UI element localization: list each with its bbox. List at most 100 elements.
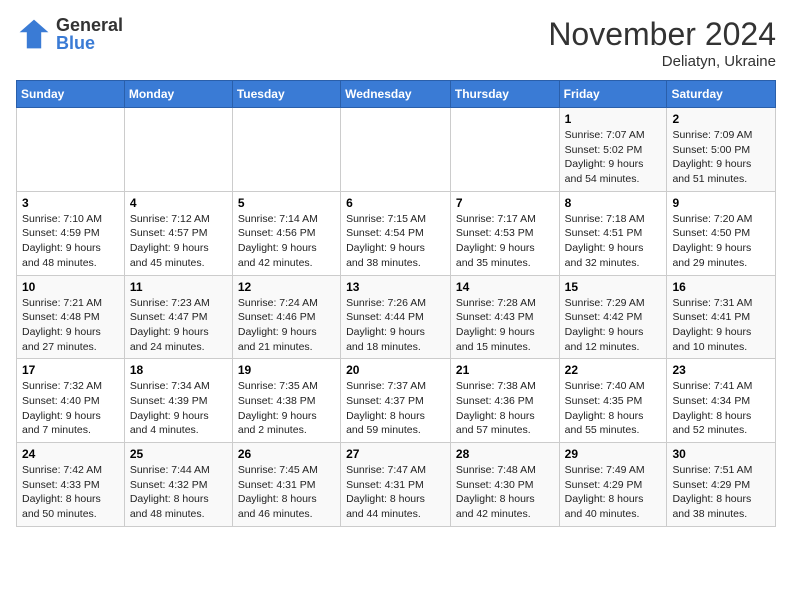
day-number: 11: [130, 280, 227, 294]
calendar-cell: [124, 108, 232, 192]
day-info: Sunrise: 7:49 AM Sunset: 4:29 PM Dayligh…: [565, 463, 662, 522]
day-number: 21: [456, 363, 554, 377]
calendar-cell: 22 Sunrise: 7:40 AM Sunset: 4:35 PM Dayli…: [559, 359, 667, 443]
day-info: Sunrise: 7:14 AM Sunset: 4:56 PM Dayligh…: [238, 212, 335, 271]
calendar-cell: 23Sunrise: 7:41 AM Sunset: 4:34 PM Dayli…: [667, 359, 776, 443]
day-number: 14: [456, 280, 554, 294]
day-number: 16: [672, 280, 770, 294]
day-info: Sunrise: 7:40 AM Sunset: 4:35 PM Dayligh…: [565, 379, 662, 438]
calendar-cell: 18 Sunrise: 7:34 AM Sunset: 4:39 PM Dayli…: [124, 359, 232, 443]
calendar-week-row: 1 Sunrise: 7:07 AM Sunset: 5:02 PM Daylig…: [17, 108, 776, 192]
day-number: 18: [130, 363, 227, 377]
day-number: 10: [22, 280, 119, 294]
day-info: Sunrise: 7:20 AM Sunset: 4:50 PM Dayligh…: [672, 212, 770, 271]
day-info: Sunrise: 7:34 AM Sunset: 4:39 PM Dayligh…: [130, 379, 227, 438]
weekday-header: Saturday: [667, 81, 776, 108]
calendar-cell: 8 Sunrise: 7:18 AM Sunset: 4:51 PM Daylig…: [559, 191, 667, 275]
day-number: 22: [565, 363, 662, 377]
day-info: Sunrise: 7:26 AM Sunset: 4:44 PM Dayligh…: [346, 296, 445, 355]
day-number: 3: [22, 196, 119, 210]
day-info: Sunrise: 7:10 AM Sunset: 4:59 PM Dayligh…: [22, 212, 119, 271]
day-info: Sunrise: 7:09 AM Sunset: 5:00 PM Dayligh…: [672, 128, 770, 187]
day-number: 30: [672, 447, 770, 461]
day-info: Sunrise: 7:15 AM Sunset: 4:54 PM Dayligh…: [346, 212, 445, 271]
calendar-cell: 7Sunrise: 7:17 AM Sunset: 4:53 PM Daylig…: [450, 191, 559, 275]
logo-icon: [16, 16, 52, 52]
day-info: Sunrise: 7:38 AM Sunset: 4:36 PM Dayligh…: [456, 379, 554, 438]
day-info: Sunrise: 7:29 AM Sunset: 4:42 PM Dayligh…: [565, 296, 662, 355]
calendar-cell: 29Sunrise: 7:49 AM Sunset: 4:29 PM Dayli…: [559, 443, 667, 527]
calendar-cell: 21 Sunrise: 7:38 AM Sunset: 4:36 PM Dayli…: [450, 359, 559, 443]
day-info: Sunrise: 7:48 AM Sunset: 4:30 PM Dayligh…: [456, 463, 554, 522]
calendar-cell: 19 Sunrise: 7:35 AM Sunset: 4:38 PM Dayli…: [232, 359, 340, 443]
day-info: Sunrise: 7:24 AM Sunset: 4:46 PM Dayligh…: [238, 296, 335, 355]
day-info: Sunrise: 7:44 AM Sunset: 4:32 PM Dayligh…: [130, 463, 227, 522]
calendar-header-row: SundayMondayTuesdayWednesdayThursdayFrid…: [17, 81, 776, 108]
day-number: 20: [346, 363, 445, 377]
day-number: 8: [565, 196, 662, 210]
day-info: Sunrise: 7:21 AM Sunset: 4:48 PM Dayligh…: [22, 296, 119, 355]
calendar-week-row: 17 Sunrise: 7:32 AM Sunset: 4:40 PM Dayli…: [17, 359, 776, 443]
day-number: 13: [346, 280, 445, 294]
calendar-cell: 24 Sunrise: 7:42 AM Sunset: 4:33 PM Dayli…: [17, 443, 125, 527]
logo-text: General Blue: [56, 16, 123, 52]
day-info: Sunrise: 7:32 AM Sunset: 4:40 PM Dayligh…: [22, 379, 119, 438]
location: Deliatyn, Ukraine: [548, 53, 776, 70]
day-info: Sunrise: 7:18 AM Sunset: 4:51 PM Dayligh…: [565, 212, 662, 271]
day-number: 24: [22, 447, 119, 461]
day-info: Sunrise: 7:41 AM Sunset: 4:34 PM Dayligh…: [672, 379, 770, 438]
day-info: Sunrise: 7:37 AM Sunset: 4:37 PM Dayligh…: [346, 379, 445, 438]
calendar-cell: 14Sunrise: 7:28 AM Sunset: 4:43 PM Dayli…: [450, 275, 559, 359]
day-number: 6: [346, 196, 445, 210]
logo-blue: Blue: [56, 34, 123, 52]
calendar-cell: 4Sunrise: 7:12 AM Sunset: 4:57 PM Daylig…: [124, 191, 232, 275]
weekday-header: Sunday: [17, 81, 125, 108]
logo-general: General: [56, 16, 123, 34]
day-number: 19: [238, 363, 335, 377]
calendar-cell: 5 Sunrise: 7:14 AM Sunset: 4:56 PM Daylig…: [232, 191, 340, 275]
calendar-cell: 17 Sunrise: 7:32 AM Sunset: 4:40 PM Dayli…: [17, 359, 125, 443]
calendar-cell: [341, 108, 451, 192]
day-number: 17: [22, 363, 119, 377]
calendar-cell: 6 Sunrise: 7:15 AM Sunset: 4:54 PM Daylig…: [341, 191, 451, 275]
day-number: 9: [672, 196, 770, 210]
day-info: Sunrise: 7:45 AM Sunset: 4:31 PM Dayligh…: [238, 463, 335, 522]
day-number: 27: [346, 447, 445, 461]
calendar-cell: 9 Sunrise: 7:20 AM Sunset: 4:50 PM Daylig…: [667, 191, 776, 275]
calendar-cell: [17, 108, 125, 192]
calendar-cell: 13 Sunrise: 7:26 AM Sunset: 4:44 PM Dayli…: [341, 275, 451, 359]
day-info: Sunrise: 7:23 AM Sunset: 4:47 PM Dayligh…: [130, 296, 227, 355]
day-number: 25: [130, 447, 227, 461]
weekday-header: Monday: [124, 81, 232, 108]
day-info: Sunrise: 7:47 AM Sunset: 4:31 PM Dayligh…: [346, 463, 445, 522]
day-info: Sunrise: 7:51 AM Sunset: 4:29 PM Dayligh…: [672, 463, 770, 522]
day-number: 1: [565, 112, 662, 126]
calendar-cell: 27 Sunrise: 7:47 AM Sunset: 4:31 PM Dayli…: [341, 443, 451, 527]
day-number: 2: [672, 112, 770, 126]
calendar-cell: 25 Sunrise: 7:44 AM Sunset: 4:32 PM Dayli…: [124, 443, 232, 527]
calendar-week-row: 24 Sunrise: 7:42 AM Sunset: 4:33 PM Dayli…: [17, 443, 776, 527]
day-number: 15: [565, 280, 662, 294]
calendar-cell: 12 Sunrise: 7:24 AM Sunset: 4:46 PM Dayli…: [232, 275, 340, 359]
calendar-cell: 28 Sunrise: 7:48 AM Sunset: 4:30 PM Dayli…: [450, 443, 559, 527]
day-info: Sunrise: 7:12 AM Sunset: 4:57 PM Dayligh…: [130, 212, 227, 271]
month-title: November 2024: [548, 16, 776, 53]
day-info: Sunrise: 7:07 AM Sunset: 5:02 PM Dayligh…: [565, 128, 662, 187]
day-info: Sunrise: 7:17 AM Sunset: 4:53 PM Dayligh…: [456, 212, 554, 271]
day-info: Sunrise: 7:35 AM Sunset: 4:38 PM Dayligh…: [238, 379, 335, 438]
day-info: Sunrise: 7:42 AM Sunset: 4:33 PM Dayligh…: [22, 463, 119, 522]
calendar-week-row: 3 Sunrise: 7:10 AM Sunset: 4:59 PM Daylig…: [17, 191, 776, 275]
calendar-cell: 16Sunrise: 7:31 AM Sunset: 4:41 PM Dayli…: [667, 275, 776, 359]
day-number: 26: [238, 447, 335, 461]
weekday-header: Wednesday: [341, 81, 451, 108]
calendar-week-row: 10 Sunrise: 7:21 AM Sunset: 4:48 PM Dayli…: [17, 275, 776, 359]
calendar-cell: 15 Sunrise: 7:29 AM Sunset: 4:42 PM Dayli…: [559, 275, 667, 359]
calendar-cell: 20 Sunrise: 7:37 AM Sunset: 4:37 PM Dayli…: [341, 359, 451, 443]
day-number: 28: [456, 447, 554, 461]
calendar-table: SundayMondayTuesdayWednesdayThursdayFrid…: [16, 80, 776, 527]
day-number: 12: [238, 280, 335, 294]
day-number: 5: [238, 196, 335, 210]
calendar-cell: 10 Sunrise: 7:21 AM Sunset: 4:48 PM Dayli…: [17, 275, 125, 359]
calendar-cell: [232, 108, 340, 192]
title-block: November 2024 Deliatyn, Ukraine: [548, 16, 776, 70]
